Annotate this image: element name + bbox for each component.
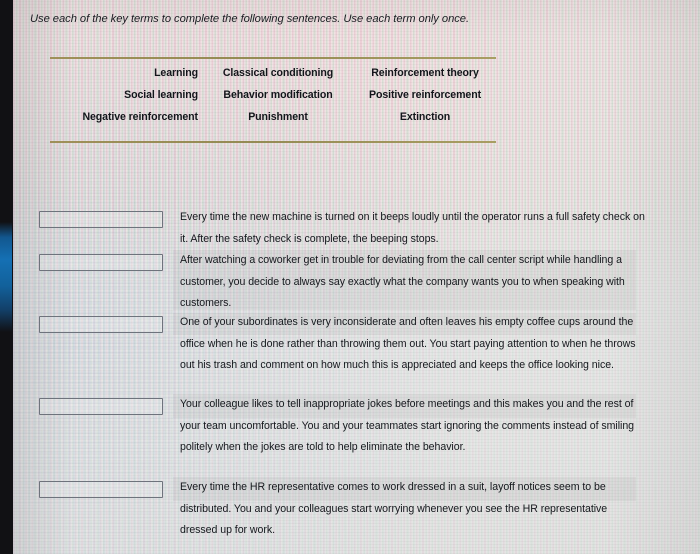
- key-term: Behavior modification: [223, 89, 333, 101]
- key-term: Social learning: [124, 89, 198, 101]
- key-terms-box: Learning Classical conditioning Reinforc…: [50, 57, 496, 143]
- key-term: Extinction: [399, 111, 451, 123]
- question-text-5: Every time the HR representative comes t…: [180, 481, 608, 536]
- question-text-4: Your colleague likes to tell inappropria…: [180, 398, 635, 453]
- key-terms-top-rule: [50, 57, 496, 59]
- page-content: Use each of the key terms to complete th…: [13, 0, 700, 554]
- answer-blank-4[interactable]: [39, 398, 163, 415]
- key-term: Learning: [154, 67, 198, 79]
- key-term: Classical conditioning: [222, 67, 334, 79]
- question-text-3: One of your subordinates is very inconsi…: [180, 316, 636, 371]
- answer-blank-3[interactable]: [39, 316, 163, 333]
- instruction-text: Use each of the key terms to complete th…: [30, 13, 470, 25]
- question-text-1: Every time the new machine is turned on …: [180, 211, 645, 245]
- key-terms-bottom-rule: [50, 141, 496, 143]
- key-terms-grid: Learning Classical conditioning Reinforc…: [50, 66, 496, 125]
- answer-blank-5[interactable]: [39, 481, 163, 498]
- key-term: Reinforcement theory: [371, 67, 479, 79]
- key-term: Punishment: [248, 111, 308, 123]
- key-term: Positive reinforcement: [368, 89, 481, 101]
- bezel-blue-glow: [0, 222, 12, 332]
- screenshot-root: Use each of the key terms to complete th…: [0, 0, 700, 554]
- document-page: Use each of the key terms to complete th…: [13, 0, 700, 554]
- answer-blank-2[interactable]: [39, 254, 163, 271]
- answer-blank-1[interactable]: [39, 211, 163, 228]
- key-term: Negative reinforcement: [82, 111, 198, 123]
- question-text-2: After watching a coworker get in trouble…: [180, 254, 625, 309]
